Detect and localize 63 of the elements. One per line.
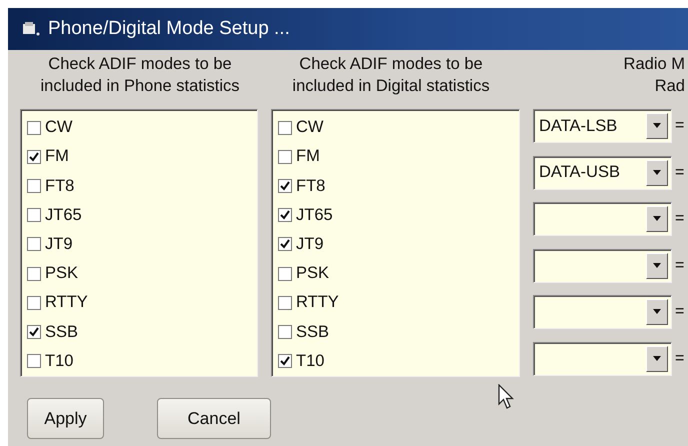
mode-label: RTTY <box>296 293 339 312</box>
mode-label: FM <box>45 147 69 166</box>
mode-label: JT9 <box>45 234 73 254</box>
check-icon <box>280 356 290 366</box>
checkbox[interactable] <box>278 208 292 222</box>
checkbox[interactable] <box>27 120 41 135</box>
checkbox[interactable] <box>278 325 292 340</box>
mode-label: PSK <box>296 264 330 284</box>
check-icon <box>29 152 39 162</box>
mode-label: JT65 <box>296 206 333 225</box>
mode-label: T10 <box>45 352 74 371</box>
column-heading: Radio M <box>624 54 685 75</box>
checkbox[interactable] <box>27 325 41 340</box>
equals-sign: = <box>675 256 684 274</box>
mode-label: SSB <box>296 322 330 342</box>
list-heading: Check ADIF modes to be included in Phone statistics <box>39 54 241 97</box>
mouse-pointer-icon <box>498 384 514 410</box>
checkbox[interactable] <box>278 237 292 252</box>
check-icon <box>280 210 290 220</box>
mode-label: FM <box>296 147 320 166</box>
equals-sign: = <box>675 164 684 182</box>
checkbox[interactable] <box>278 296 292 310</box>
cancel-button[interactable]: Cancel <box>157 398 271 439</box>
mode-label: SSB <box>45 322 78 342</box>
check-icon <box>29 327 39 338</box>
checkbox[interactable] <box>27 179 41 194</box>
mode-label: CW <box>45 118 72 138</box>
mode-dropdown[interactable] <box>533 248 672 282</box>
mode-label: FT8 <box>45 176 74 196</box>
mode-dropdown[interactable]: DATA-LSB <box>533 109 672 143</box>
checkbox[interactable] <box>27 150 41 164</box>
window-icon <box>22 22 40 36</box>
checkbox[interactable] <box>278 354 292 368</box>
mode-dropdown[interactable] <box>533 202 672 236</box>
equals-sign: = <box>675 117 684 135</box>
mode-label: FT8 <box>296 176 326 196</box>
equals-sign: = <box>675 210 684 228</box>
mode-label: CW <box>296 118 324 138</box>
checkbox[interactable] <box>27 208 41 222</box>
mode-label: PSK <box>45 264 78 284</box>
column-heading: Rad <box>654 76 685 97</box>
checkbox[interactable] <box>278 120 292 135</box>
equals-sign: = <box>675 303 684 321</box>
equals-sign: = <box>675 350 684 368</box>
mode-label: RTTY <box>45 293 88 312</box>
checkbox[interactable] <box>278 150 292 164</box>
mode-dropdown[interactable] <box>533 342 672 376</box>
mode-label: T10 <box>296 352 324 371</box>
checkbox[interactable] <box>27 266 41 281</box>
mode-dropdown[interactable] <box>533 295 672 329</box>
checkbox[interactable] <box>278 179 292 194</box>
window-title: Phone/Digital Mode Setup ... <box>48 18 290 40</box>
mode-dropdown[interactable]: DATA-USB <box>533 156 672 190</box>
checkbox[interactable] <box>27 237 41 252</box>
list-heading: Check ADIF modes to be included in Digital statistics <box>291 54 491 97</box>
checkbox[interactable] <box>27 296 41 310</box>
mode-label: JT65 <box>45 206 82 225</box>
check-icon <box>280 239 290 250</box>
apply-button[interactable]: Apply <box>27 398 104 439</box>
checkbox[interactable] <box>27 354 41 368</box>
checkbox[interactable] <box>278 266 292 281</box>
check-icon <box>280 181 290 192</box>
mode-label: JT9 <box>296 234 324 254</box>
